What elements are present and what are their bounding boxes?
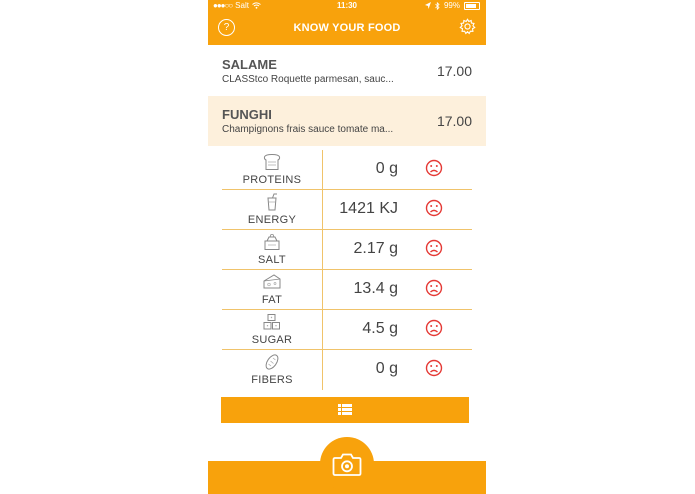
camera-icon[interactable] <box>332 452 362 477</box>
product-row[interactable]: SALAME CLASStco Roquette parmesan, sauc.… <box>208 46 486 96</box>
nutrition-row-salt: SALT 2.17 g <box>222 230 472 270</box>
product-description: CLASStco Roquette parmesan, sauc... <box>222 74 394 85</box>
sad-face-icon <box>425 319 443 337</box>
nutrition-table: PROTEINS 0 g ENERGY 1421 KJ SALT 2.17 g … <box>208 150 486 390</box>
product-price: 17.00 <box>436 113 472 129</box>
nutrient-label: ENERGY <box>247 214 297 226</box>
bluetooth-icon <box>435 1 440 10</box>
product-description: Champignons frais sauce tomate ma... <box>222 124 394 135</box>
phone-screen: ●●●○○ Salt 11:30 99% ? KNOW YOUR FOOD SA… <box>208 0 486 494</box>
nutrient-label: SUGAR <box>251 334 293 346</box>
list-icon <box>338 404 352 415</box>
product-name: SALAME <box>222 57 277 72</box>
gear-icon[interactable] <box>459 18 476 35</box>
divider <box>322 230 323 270</box>
sad-face-icon <box>425 159 443 177</box>
nutrient-label: SALT <box>258 254 286 266</box>
divider <box>322 270 323 310</box>
nutrient-label: FAT <box>261 294 283 306</box>
status-bar: ●●●○○ Salt 11:30 99% <box>208 0 486 12</box>
nutrient-value: 2.17 g <box>353 240 398 257</box>
battery-icon <box>464 1 480 10</box>
nutrient-value: 1421 KJ <box>339 200 398 217</box>
nutrient-value: 4.5 g <box>362 320 398 337</box>
sad-face-icon <box>425 239 443 257</box>
divider <box>322 190 323 230</box>
nutrient-label: PROTEINS <box>242 174 302 186</box>
list-button[interactable] <box>221 397 469 423</box>
nutrition-row-sugar: SUGAR 4.5 g <box>222 310 472 350</box>
sad-face-icon <box>425 279 443 297</box>
nutrient-value: 0 g <box>375 360 398 377</box>
sad-face-icon <box>425 359 443 377</box>
product-price: 17.00 <box>436 63 472 79</box>
nutrition-row-energy: ENERGY 1421 KJ <box>222 190 472 230</box>
nutrient-value: 13.4 g <box>353 280 398 297</box>
drink-cup-icon <box>267 193 277 211</box>
status-right: 99% <box>424 1 480 10</box>
divider <box>322 310 323 350</box>
sad-face-icon <box>425 199 443 217</box>
salt-jar-icon <box>264 234 280 250</box>
nutrition-row-fat: FAT 13.4 g <box>222 270 472 310</box>
product-row-selected[interactable]: FUNGHI Champignons frais sauce tomate ma… <box>208 96 486 146</box>
app-title: KNOW YOUR FOOD <box>293 22 401 34</box>
nutrition-row-fibers: FIBERS 0 g <box>222 350 472 390</box>
nutrient-label: FIBERS <box>251 374 293 386</box>
location-icon <box>424 2 431 9</box>
divider <box>322 350 323 390</box>
nutrition-row-proteins: PROTEINS 0 g <box>222 150 472 190</box>
nutrient-value: 0 g <box>375 160 398 177</box>
product-name: FUNGHI <box>222 107 272 122</box>
screenshot-canvas: ●●●○○ Salt 11:30 99% ? KNOW YOUR FOOD SA… <box>0 0 695 494</box>
battery-percent: 99% <box>443 1 460 10</box>
top-bar: ●●●○○ Salt 11:30 99% ? KNOW YOUR FOOD <box>208 0 486 45</box>
cheese-icon <box>263 274 281 289</box>
bread-icon <box>263 153 281 170</box>
sugar-cubes-icon <box>263 314 280 330</box>
divider <box>322 150 323 190</box>
grain-icon <box>265 354 279 370</box>
